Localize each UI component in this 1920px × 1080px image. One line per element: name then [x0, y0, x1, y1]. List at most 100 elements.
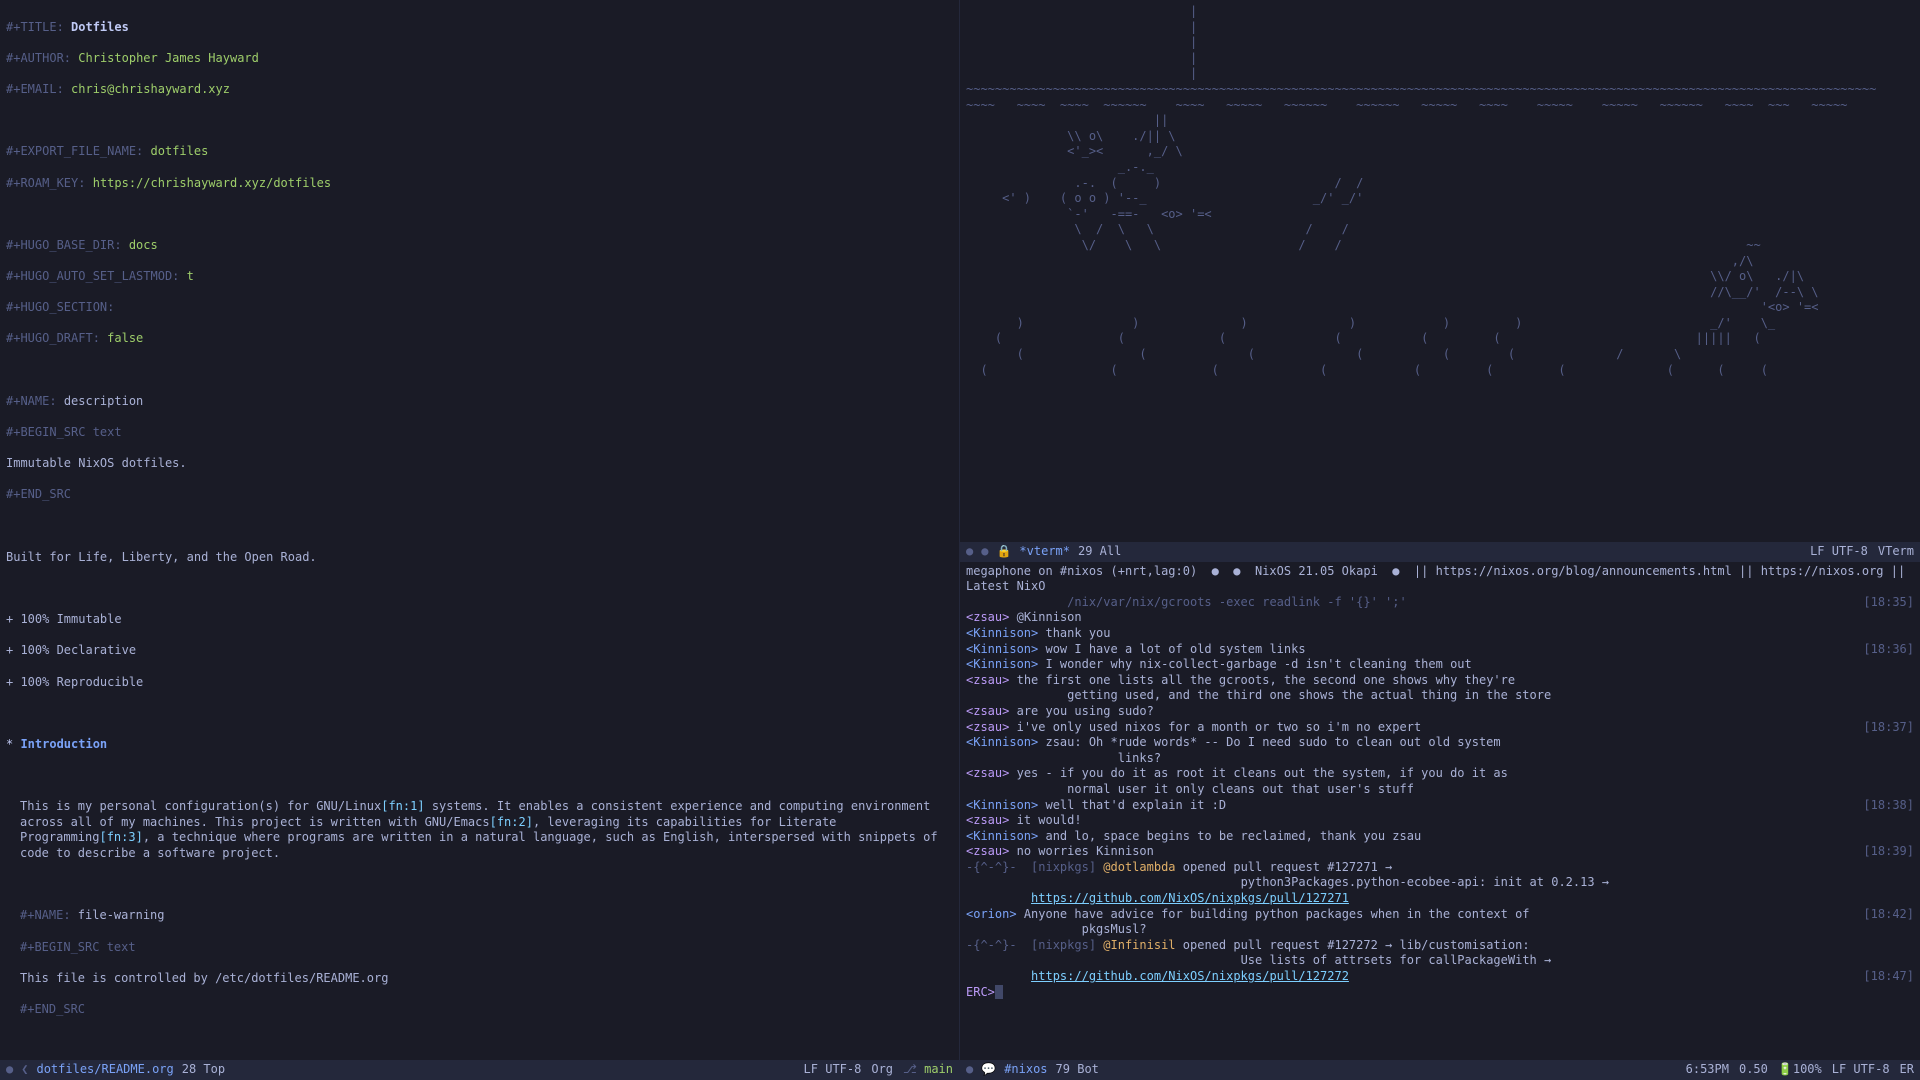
erc-prompt: ERC>	[966, 985, 995, 1001]
footnote-link[interactable]: [fn:1]	[381, 799, 424, 813]
chat-nick: <Kinnison>	[966, 626, 1038, 642]
meta-key: #+NAME:	[6, 394, 57, 408]
bot-prefix: -{^-^}- [nixpkgs]	[966, 938, 1103, 969]
chat-nick: <Kinnison>	[966, 829, 1038, 845]
timestamp: [18:39]	[1855, 844, 1914, 860]
channel-topic: megaphone on #nixos (+nrt,lag:0) ● ● Nix…	[966, 564, 1914, 595]
major-mode: ER	[1900, 1062, 1914, 1078]
buffer-name[interactable]: #nixos	[1004, 1062, 1047, 1078]
pr-body: opened pull request #127272 → lib/custom…	[1176, 938, 1914, 969]
chat-nick: <zsau>	[966, 813, 1009, 829]
body-text: This is my personal configuration(s) for…	[20, 799, 381, 813]
meta-val: Christopher James Hayward	[78, 51, 259, 65]
buffer-position: 79 Bot	[1056, 1062, 1099, 1078]
buffer-position: 29 All	[1078, 544, 1121, 560]
circle-icon: ●	[6, 1062, 13, 1078]
left-editor-pane: #+TITLE: Dotfiles #+AUTHOR: Christopher …	[0, 0, 960, 1080]
chat-message: and lo, space begins to be reclaimed, th…	[1038, 829, 1914, 845]
chat-message: Anyone have advice for building python p…	[1017, 907, 1856, 938]
meta-key: #+AUTHOR:	[6, 51, 71, 65]
meta-key: #+HUGO_SECTION:	[6, 300, 114, 314]
chat-message: are you using sudo?	[1009, 704, 1914, 720]
major-mode: VTerm	[1878, 544, 1914, 560]
timestamp: [18:47]	[1855, 969, 1914, 985]
meta-val: description	[64, 394, 143, 408]
src-text: Immutable NixOS dotfiles.	[6, 456, 187, 470]
meta-val: t	[187, 269, 194, 283]
vterm-buffer[interactable]: | | | | | ~~~~~~~~~~~~~~~~~~~~~~~~~~~~~~…	[960, 0, 1920, 542]
erc-input[interactable]	[995, 985, 1003, 999]
meta-val: file-warning	[78, 908, 165, 922]
encoding: LF UTF-8	[804, 1062, 862, 1078]
chat-message: zsau: Oh *rude words* -- Do I need sudo …	[1038, 735, 1914, 766]
chat-message: @Kinnison	[1009, 610, 1914, 626]
pr-link[interactable]: https://github.com/NixOS/nixpkgs/pull/12…	[1031, 891, 1349, 907]
chat-nick: <Kinnison>	[966, 798, 1038, 814]
meta-val: dotfiles	[151, 144, 209, 158]
buffer-name[interactable]: *vterm*	[1019, 544, 1070, 560]
meta-val: docs	[129, 238, 158, 252]
timestamp: [18:36]	[1855, 642, 1914, 658]
src-begin: #+BEGIN_SRC text	[20, 940, 136, 954]
heading-introduction: Introduction	[20, 737, 107, 751]
chat-nick: <zsau>	[966, 704, 1009, 720]
title-value: Dotfiles	[71, 20, 129, 34]
chat-nick: <zsau>	[966, 844, 1009, 860]
footnote-link[interactable]: [fn:3]	[99, 830, 142, 844]
src-end: #+END_SRC	[20, 1002, 85, 1016]
branch-icon: ⎇	[903, 1062, 917, 1076]
chat-message: wow I have a lot of old system links	[1038, 642, 1855, 658]
meta-val: chris@chrishayward.xyz	[71, 82, 230, 96]
chat-nick: <zsau>	[966, 673, 1009, 704]
modeline-erc: ● 💬 #nixos 79 Bot 6:53PM 0.50 🔋100% LF U…	[960, 1060, 1920, 1080]
load-avg: 0.50	[1739, 1062, 1768, 1078]
encoding: LF UTF-8	[1832, 1062, 1890, 1078]
chat-nick: <zsau>	[966, 720, 1009, 736]
tagline: Built for Life, Liberty, and the Open Ro…	[6, 550, 317, 564]
chat-message: i've only used nixos for a month or two …	[1009, 720, 1855, 736]
chat-nick: <orion>	[966, 907, 1017, 938]
src-begin: #+BEGIN_SRC text	[6, 425, 122, 439]
footnote-link[interactable]: [fn:2]	[490, 815, 533, 829]
body-text: , a technique where programs are written…	[20, 830, 945, 860]
src-end: #+END_SRC	[6, 487, 71, 501]
chat-log: <zsau> @Kinnison<Kinnison> thank you<Kin…	[966, 610, 1914, 860]
org-buffer[interactable]: #+TITLE: Dotfiles #+AUTHOR: Christopher …	[0, 0, 959, 1060]
meta-key: #+TITLE:	[6, 20, 64, 34]
encoding: LF UTF-8	[1810, 544, 1868, 560]
buffer-name[interactable]: dotfiles/README.org	[36, 1062, 173, 1078]
chat-message: well that'd explain it :D	[1038, 798, 1855, 814]
chat-nick: <zsau>	[966, 610, 1009, 626]
pr-body: opened pull request #127271 → python3Pac…	[1176, 860, 1914, 891]
pr-link[interactable]: https://github.com/NixOS/nixpkgs/pull/12…	[1031, 969, 1349, 985]
circle-icon: ●	[966, 1062, 973, 1078]
clock: 6:53PM	[1686, 1062, 1729, 1078]
vterm-pane: | | | | | ~~~~~~~~~~~~~~~~~~~~~~~~~~~~~~…	[960, 0, 1920, 562]
timestamp: [18:37]	[1855, 720, 1914, 736]
buffer-position: 28 Top	[182, 1062, 225, 1078]
erc-pane: megaphone on #nixos (+nrt,lag:0) ● ● Nix…	[960, 562, 1920, 1080]
meta-key: #+NAME:	[20, 908, 78, 922]
modeline-vterm: ● ● 🔒 *vterm* 29 All LF UTF-8 VTerm	[960, 542, 1920, 562]
chat-message: I wonder why nix-collect-garbage -d isn'…	[1038, 657, 1914, 673]
chat-nick: <Kinnison>	[966, 642, 1038, 658]
meta-key: #+HUGO_AUTO_SET_LASTMOD:	[6, 269, 179, 283]
chat-nick: <Kinnison>	[966, 735, 1038, 766]
timestamp: [18:35]	[1855, 595, 1914, 611]
chat-message: thank you	[1038, 626, 1914, 642]
src-text: This file is controlled by /etc/dotfiles…	[20, 971, 388, 985]
timestamp: [18:38]	[1855, 798, 1914, 814]
meta-key: #+HUGO_BASE_DIR:	[6, 238, 122, 252]
meta-val: https://chrishayward.xyz/dotfiles	[93, 176, 331, 190]
meta-key: #+HUGO_DRAFT:	[6, 331, 100, 345]
meta-key: #+EXPORT_FILE_NAME:	[6, 144, 143, 158]
timestamp: [18:42]	[1855, 907, 1914, 938]
circle-icon: ●	[981, 544, 988, 560]
feature-item: + 100% Declarative	[6, 643, 136, 657]
meta-key: #+EMAIL:	[6, 82, 64, 96]
chevron-left-icon: ❮	[21, 1062, 28, 1078]
bot-prefix: -{^-^}- [nixpkgs]	[966, 860, 1103, 891]
erc-buffer[interactable]: megaphone on #nixos (+nrt,lag:0) ● ● Nix…	[960, 562, 1920, 1060]
pr-user: @dotlambda	[1103, 860, 1175, 891]
git-branch: main	[924, 1062, 953, 1076]
